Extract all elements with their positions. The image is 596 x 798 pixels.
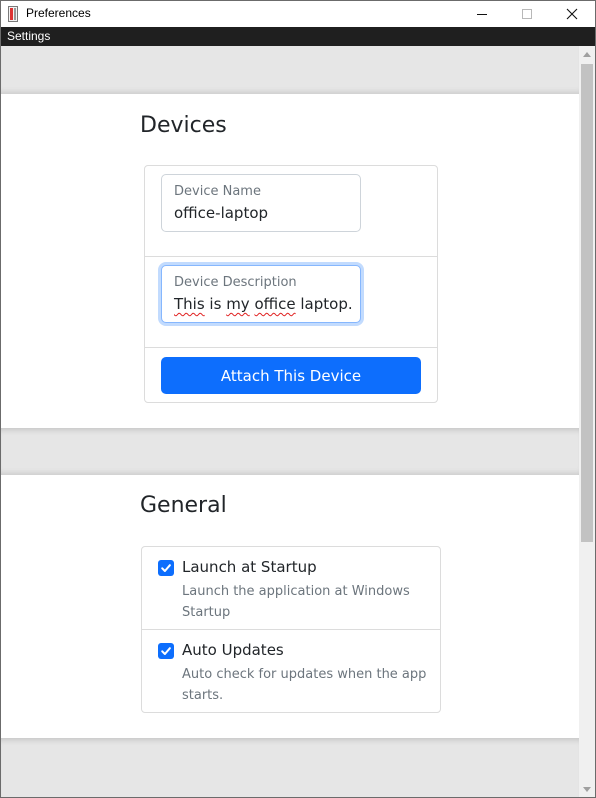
device-description-field[interactable]: Device Description This is my office lap… [161, 265, 361, 323]
minimize-button[interactable] [459, 1, 505, 27]
devices-section-title: Devices [140, 113, 227, 138]
app-icon [8, 6, 18, 22]
card-divider [142, 629, 440, 630]
device-name-field[interactable]: Device Name office-laptop [161, 174, 361, 232]
description-text: laptop. [295, 295, 353, 313]
section-separator [1, 46, 579, 94]
card-divider [145, 256, 437, 257]
maximize-icon [522, 9, 532, 19]
auto-updates-checkbox[interactable] [158, 643, 174, 659]
devices-card: Device Name office-laptop Device Descrip… [144, 165, 438, 403]
attach-device-button[interactable]: Attach This Device [161, 357, 421, 394]
device-description-input[interactable]: This is my office laptop. [174, 295, 353, 313]
section-separator [1, 428, 579, 475]
launch-at-startup-help: Launch the application at Windows Startu… [182, 584, 410, 620]
launch-at-startup-checkbox[interactable] [158, 560, 174, 576]
card-divider [145, 347, 437, 348]
auto-updates-help: Auto check for updates when the app star… [182, 667, 427, 703]
scroll-up-button[interactable] [579, 46, 595, 62]
checkmark-icon [161, 647, 171, 655]
general-card: Launch at Startup Launch the application… [141, 546, 441, 713]
device-name-label: Device Name [174, 184, 261, 199]
auto-updates-label[interactable]: Auto Updates [182, 641, 284, 659]
device-description-label: Device Description [174, 275, 297, 290]
menu-bar: Settings [1, 27, 595, 46]
close-button[interactable] [549, 1, 595, 27]
close-icon [566, 8, 578, 20]
maximize-button[interactable] [504, 1, 550, 27]
scroll-down-button[interactable] [579, 781, 595, 797]
general-section-title: General [140, 493, 227, 518]
section-separator [1, 738, 579, 797]
menu-item-settings[interactable]: Settings [7, 29, 50, 43]
window-title: Preferences [26, 6, 91, 20]
preferences-window: Preferences Settings Devices Device Name… [0, 0, 596, 798]
chevron-down-icon [583, 786, 591, 792]
misspelled-word: This [174, 295, 205, 313]
title-bar[interactable]: Preferences [1, 1, 595, 27]
chevron-up-icon [583, 51, 591, 57]
minimize-icon [477, 13, 487, 15]
vertical-scrollbar[interactable] [579, 46, 595, 797]
description-text: is [204, 295, 227, 313]
preferences-content: Devices Device Name office-laptop Device… [1, 46, 579, 797]
misspelled-word: office [254, 295, 296, 313]
scrollbar-thumb[interactable] [581, 64, 593, 542]
launch-at-startup-label[interactable]: Launch at Startup [182, 558, 317, 576]
checkmark-icon [161, 564, 171, 572]
misspelled-word: my [226, 295, 250, 313]
device-name-input[interactable]: office-laptop [174, 204, 268, 222]
